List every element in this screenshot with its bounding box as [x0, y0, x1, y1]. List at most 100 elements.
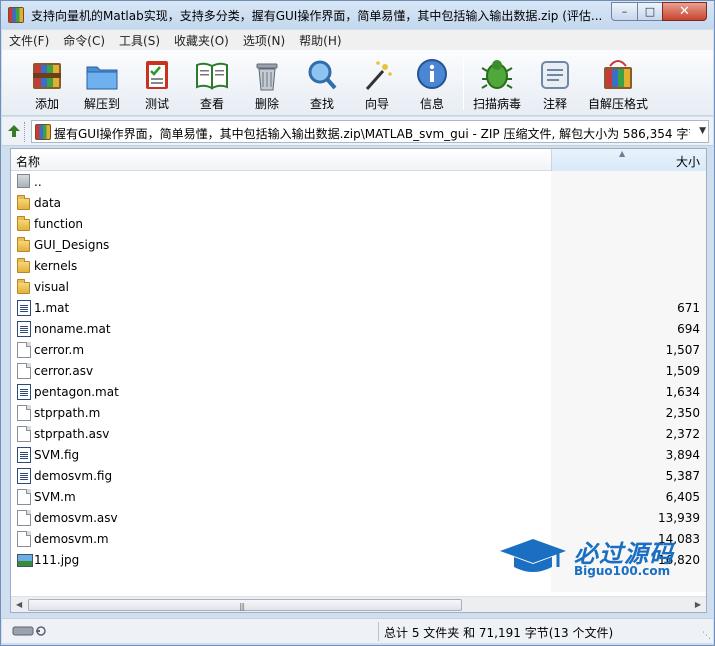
up-folder-icon[interactable]: [6, 123, 22, 139]
info-icon: [417, 59, 447, 89]
comment-button[interactable]: 注释: [526, 55, 584, 113]
file-name: ..: [34, 175, 42, 189]
address-field[interactable]: 握有GUI操作界面，简单易懂，其中包括输入输出数据.zip\MATLAB_svm…: [31, 120, 709, 143]
file-name: function: [34, 217, 84, 231]
mat-file-icon: [17, 300, 31, 316]
file-row[interactable]: cerror.asv 1,509: [11, 361, 706, 382]
scrollbar-thumb[interactable]: |||: [28, 599, 462, 611]
maximize-button[interactable]: □: [637, 2, 663, 21]
file-name: SVM.m: [34, 490, 76, 504]
sfx-button[interactable]: 自解压格式: [588, 55, 648, 113]
menu-file[interactable]: 文件(F): [2, 32, 56, 49]
mat-file-icon: [17, 468, 31, 484]
file-name: 111.jpg: [34, 553, 80, 567]
file-size: 1,507: [665, 343, 700, 357]
file-rows: .. data function GUI_Designskernels visual 1.…: [11, 172, 706, 571]
add-archive-icon: [33, 63, 61, 89]
file-row[interactable]: ..: [11, 172, 706, 193]
file-row[interactable]: kernels: [11, 256, 706, 277]
extract-folder-icon: [86, 66, 118, 90]
file-name: stprpath.asv: [34, 427, 110, 441]
column-size: 大小: [675, 155, 700, 169]
graduation-cap-icon: [500, 539, 566, 572]
address-path: 握有GUI操作界面，简单易懂，其中包括输入输出数据.zip\MATLAB_svm…: [54, 127, 690, 141]
file-size: 671: [677, 301, 700, 315]
file-size: 694: [677, 322, 700, 336]
file-row[interactable]: cerror.m 1,507: [11, 340, 706, 361]
mat-file-icon: [17, 321, 31, 337]
minimize-button[interactable]: –: [611, 2, 638, 21]
menu-options[interactable]: 选项(N): [236, 32, 292, 49]
mat-file-icon: [17, 447, 31, 463]
document-icon: [17, 510, 31, 526]
file-name: kernels: [34, 259, 78, 273]
resize-grip-icon[interactable]: ⋱: [702, 631, 711, 641]
chevron-down-icon[interactable]: ▼: [699, 126, 706, 136]
menu-favorites[interactable]: 收藏夹(O): [167, 32, 236, 49]
column-header: 名称 大小 ▲: [11, 149, 706, 171]
file-size: 13,939: [658, 511, 700, 525]
extract-to-button[interactable]: 解压到: [73, 55, 131, 113]
title-bar[interactable]: 支持向量机的Matlab实现，支持多分类，握有GUI操作界面，简单易懂，其中包括…: [1, 1, 714, 29]
test-checklist-icon: [146, 61, 168, 89]
column-name[interactable]: 名称: [16, 153, 40, 170]
find-button[interactable]: 查找: [293, 55, 351, 113]
info-button[interactable]: 信息: [403, 55, 461, 113]
folder-icon: [17, 237, 30, 252]
wizard-button[interactable]: 向导: [348, 55, 406, 113]
file-name: demosvm.m: [34, 532, 109, 546]
comment-icon: [541, 61, 569, 89]
delete-button[interactable]: 删除: [238, 55, 296, 113]
file-row[interactable]: demosvm.asv 13,939: [11, 508, 706, 529]
sort-ascending-icon: ▲: [619, 149, 626, 158]
file-row[interactable]: demosvm.fig 5,387: [11, 466, 706, 487]
window-title: 支持向量机的Matlab实现，支持多分类，握有GUI操作界面，简单易懂，其中包括…: [31, 9, 603, 23]
menu-help[interactable]: 帮助(H): [292, 32, 348, 49]
menu-commands[interactable]: 命令(C): [56, 32, 112, 49]
file-row[interactable]: pentagon.mat 1,634: [11, 382, 706, 403]
virus-scan-button[interactable]: 扫描病毒: [468, 55, 526, 113]
file-row[interactable]: SVM.fig 3,894: [11, 445, 706, 466]
virus-scan-label: 扫描病毒: [472, 97, 521, 111]
close-button[interactable]: ✕: [662, 2, 707, 21]
file-name: data: [34, 196, 62, 210]
file-row[interactable]: GUI_Designs: [11, 235, 706, 256]
folder-icon: [17, 279, 30, 294]
file-row[interactable]: visual: [11, 277, 706, 298]
address-bar: 握有GUI操作界面，简单易懂，其中包括输入输出数据.zip\MATLAB_svm…: [2, 117, 713, 146]
file-name: pentagon.mat: [34, 385, 119, 399]
drive-icon[interactable]: [12, 625, 48, 637]
file-row[interactable]: data: [11, 193, 706, 214]
file-name: demosvm.fig: [34, 469, 113, 483]
scroll-left-icon[interactable]: ◀: [16, 600, 22, 609]
file-name: cerror.asv: [34, 364, 94, 378]
test-button[interactable]: 测试: [128, 55, 186, 113]
horizontal-scrollbar[interactable]: ◀ ||| ▶: [11, 596, 706, 612]
file-row[interactable]: stprpath.m 2,350: [11, 403, 706, 424]
add-button[interactable]: 添加: [18, 55, 76, 113]
view-button[interactable]: 查看: [183, 55, 241, 113]
document-icon: [17, 363, 31, 379]
file-row[interactable]: function: [11, 214, 706, 235]
comment-label: 注释: [542, 97, 567, 111]
scroll-grip-icon: |||: [239, 602, 245, 611]
file-size: 5,387: [665, 469, 700, 483]
file-row[interactable]: noname.mat 694: [11, 319, 706, 340]
file-size: 2,350: [665, 406, 700, 420]
minimize-icon: –: [621, 5, 628, 18]
address-grip: [24, 122, 26, 142]
watermark: 必过源码 Biguo100.com: [498, 531, 698, 581]
file-row[interactable]: stprpath.asv 2,372: [11, 424, 706, 445]
status-bar: 总计 5 文件夹 和 71,191 字节(13 个文件) ⋱: [2, 618, 713, 643]
toolbar: 添加 解压到 测试 查看 删除 查找 向导 信息 扫描病毒 注释 自解压格式: [2, 50, 713, 116]
scroll-right-icon[interactable]: ▶: [695, 600, 701, 609]
file-size: 3,894: [665, 448, 700, 462]
virus-scan-icon: [481, 60, 513, 89]
file-name: GUI_Designs: [34, 238, 110, 252]
column-size-header[interactable]: 大小: [551, 149, 706, 171]
file-row[interactable]: SVM.m 6,405: [11, 487, 706, 508]
file-row[interactable]: 1.mat 671: [11, 298, 706, 319]
menu-tools[interactable]: 工具(S): [112, 32, 167, 49]
file-size: 2,372: [665, 427, 700, 441]
document-icon: [17, 531, 31, 547]
